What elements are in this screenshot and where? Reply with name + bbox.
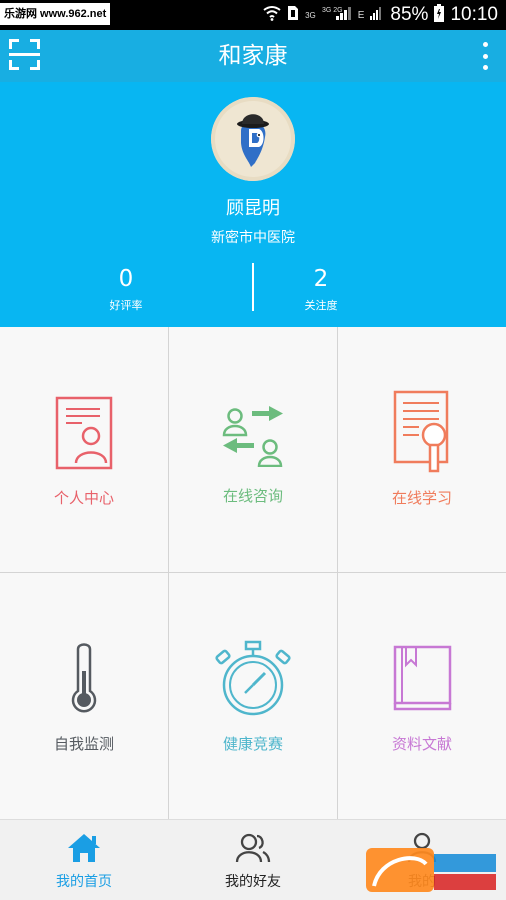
battery-percent: 85% bbox=[390, 4, 429, 25]
personal-card-icon bbox=[55, 396, 113, 470]
grid-item-self-monitoring[interactable]: 自我监测 bbox=[0, 573, 169, 819]
stat-label: 关注度 bbox=[304, 299, 338, 312]
grid-item-health-competition[interactable]: 健康竞赛 bbox=[169, 573, 338, 819]
home-icon bbox=[68, 834, 100, 862]
scan-corner-br bbox=[30, 60, 40, 70]
scan-icon bbox=[9, 39, 19, 49]
sim-icon bbox=[287, 5, 299, 26]
scan-button[interactable] bbox=[9, 39, 40, 70]
stopwatch-icon bbox=[215, 640, 291, 716]
document-magnifier-icon bbox=[393, 390, 449, 473]
thermometer-icon bbox=[71, 643, 97, 713]
grid-item-label: 健康竞赛 bbox=[222, 735, 283, 753]
grid-item-online-consult[interactable]: 在线咨询 bbox=[169, 327, 338, 573]
profile-header: 顾昆明 新密市中医院 0 好评率 2 关注度 bbox=[0, 82, 506, 327]
stat-value: 2 bbox=[313, 266, 329, 292]
signal-icon-2 bbox=[370, 5, 384, 26]
grid-item-label: 资料文献 bbox=[391, 735, 452, 753]
tab-label: 我的首页 bbox=[56, 874, 112, 890]
more-dot bbox=[482, 53, 488, 59]
scan-corner-tr bbox=[30, 39, 40, 49]
scan-corner-bl bbox=[9, 60, 19, 70]
stat-attention: 2 关注度 bbox=[253, 265, 389, 313]
grid-item-label: 个人中心 bbox=[53, 489, 114, 507]
grid-item-label: 在线咨询 bbox=[222, 487, 283, 505]
grid-item-personal-center[interactable]: 个人中心 bbox=[0, 327, 169, 573]
avatar-image bbox=[211, 97, 295, 181]
signal-icon: 3G 2G bbox=[322, 5, 352, 26]
stat-good-rating: 0 好评率 bbox=[58, 265, 194, 313]
stat-label: 好评率 bbox=[109, 299, 143, 312]
grid-item-literature[interactable]: 资料文献 bbox=[338, 573, 506, 819]
tab-friends[interactable]: 我的好友 bbox=[169, 820, 337, 900]
network-e: E bbox=[357, 9, 365, 21]
more-dot bbox=[482, 65, 488, 70]
friends-icon bbox=[235, 833, 271, 863]
grid-item-label: 在线学习 bbox=[391, 489, 452, 507]
scan-line bbox=[9, 53, 40, 56]
status-time: 10:10 bbox=[450, 4, 498, 25]
app-title: 和家康 bbox=[218, 43, 288, 69]
feature-grid: 个人中心 在线咨询 在线学习 自我监测 健康竞赛 资料文献 bbox=[0, 327, 506, 819]
grid-item-online-learning[interactable]: 在线学习 bbox=[338, 327, 506, 573]
grid-item-label: 自我监测 bbox=[53, 735, 114, 753]
status-watermark: 乐游网 www.962.net bbox=[0, 3, 111, 25]
battery-icon bbox=[434, 3, 445, 27]
avatar[interactable] bbox=[211, 97, 295, 181]
network-3g: 3G bbox=[305, 10, 316, 20]
more-menu-button[interactable] bbox=[478, 42, 492, 70]
wifi-icon bbox=[263, 5, 281, 26]
doctor-name: 顾昆明 bbox=[226, 198, 280, 219]
tab-label: 我的好友 bbox=[225, 874, 281, 890]
more-vertical-icon bbox=[482, 42, 488, 47]
network-dual-label: 3G 2G bbox=[322, 7, 343, 14]
book-icon bbox=[393, 645, 452, 711]
stat-value: 0 bbox=[118, 266, 134, 292]
status-bar: 乐游网 www.962.net 3G 3G 2G E 85% 10:10 bbox=[0, 0, 506, 30]
hospital-name: 新密市中医院 bbox=[211, 230, 295, 246]
tab-home[interactable]: 我的首页 bbox=[0, 820, 168, 900]
app-bar: 和家康 bbox=[0, 30, 506, 82]
962-watermark-icon bbox=[366, 848, 496, 892]
site-watermark-logo bbox=[366, 846, 500, 896]
status-icons: 3G 3G 2G E 85% 10:10 bbox=[263, 0, 498, 30]
consult-exchange-icon bbox=[222, 406, 283, 467]
